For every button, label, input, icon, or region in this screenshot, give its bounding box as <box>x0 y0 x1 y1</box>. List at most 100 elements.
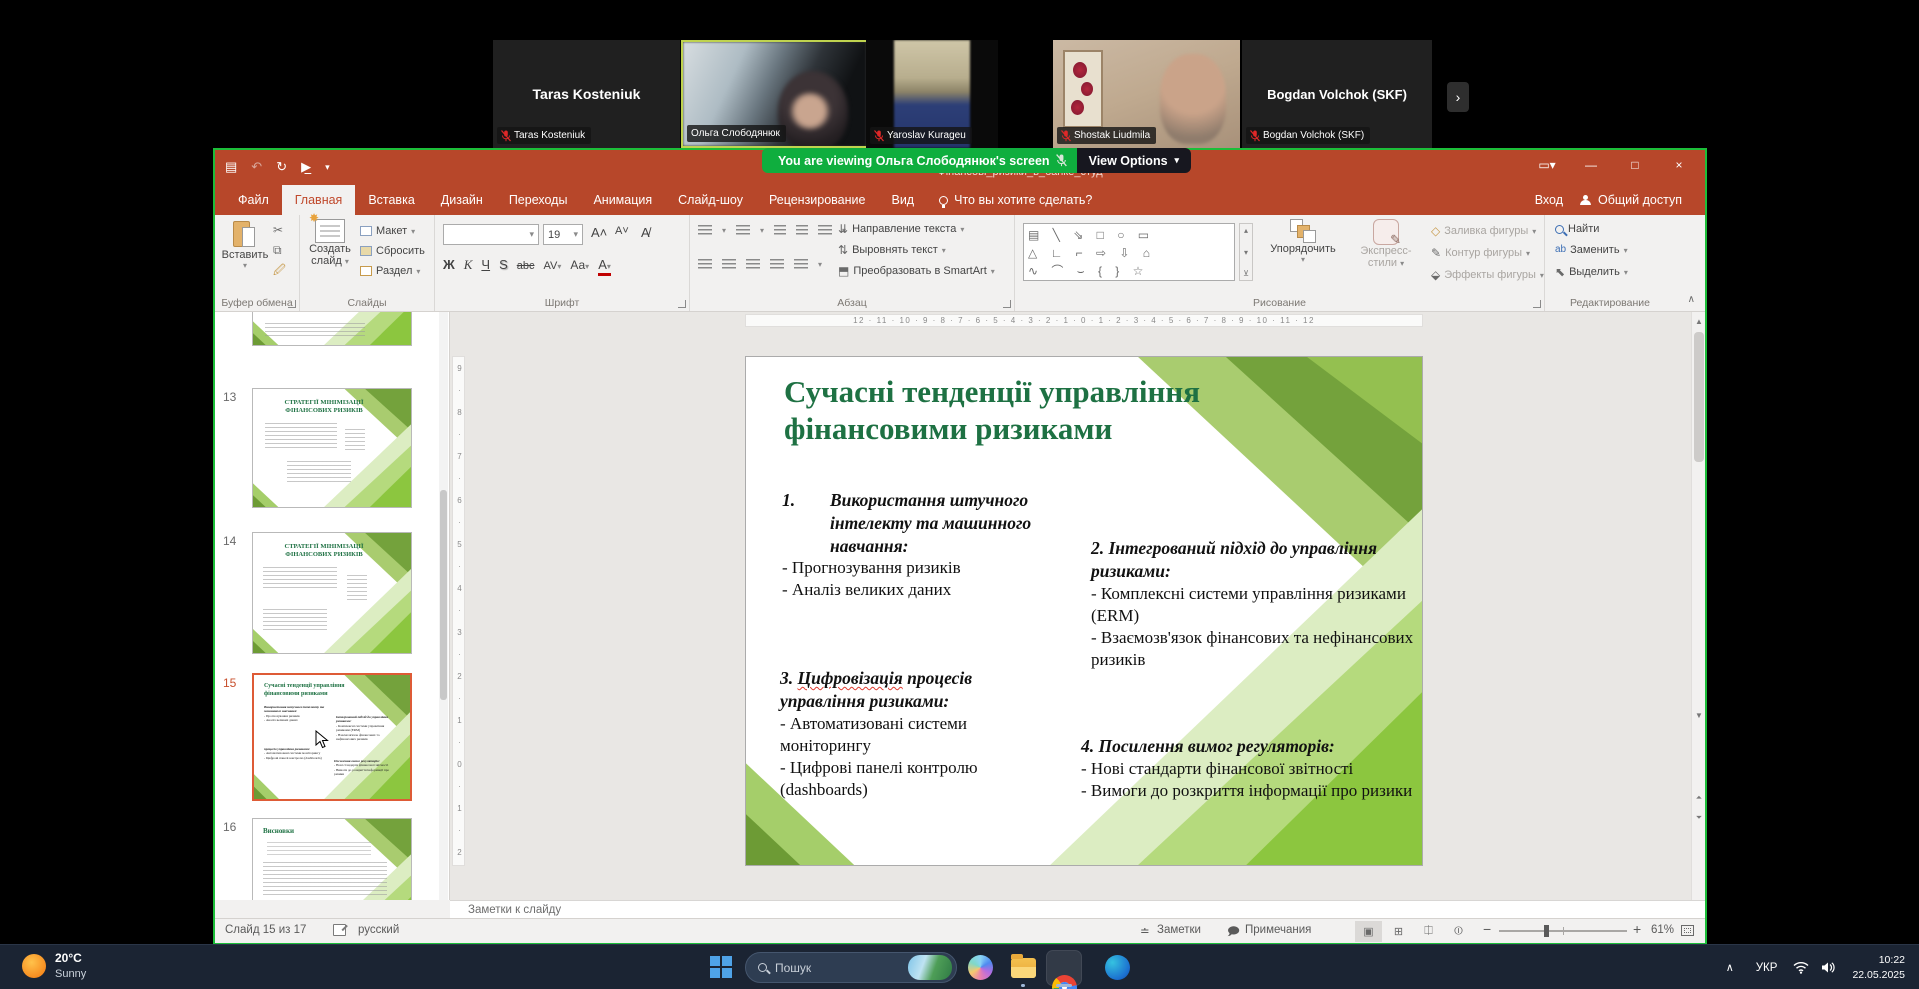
slideshow-view-button[interactable]: ⏼ <box>1445 921 1472 942</box>
wifi-icon[interactable] <box>1787 961 1815 974</box>
grow-font-button[interactable]: А˄ <box>591 225 607 240</box>
text-shadow-button[interactable]: S <box>499 257 508 272</box>
slide-13-thumbnail[interactable]: СТРАТЕГІЇ МІНІМІЗАЦІЇ ФІНАНСОВИХ РИЗИКІВ <box>252 388 412 508</box>
tab-review[interactable]: Рецензирование <box>756 185 879 215</box>
tab-transitions[interactable]: Переходы <box>496 185 581 215</box>
redo-icon[interactable]: ↻ <box>276 155 287 179</box>
underline-button[interactable]: Ч <box>481 257 490 272</box>
slide-16-thumbnail[interactable]: Висновки <box>252 818 412 900</box>
thumbnail-scrollbar[interactable] <box>439 312 448 900</box>
language-indicator[interactable]: русский <box>358 924 399 936</box>
paste-button[interactable]: Вставить ▾ <box>221 219 269 270</box>
clear-formatting-button[interactable]: А̸ <box>641 225 650 240</box>
arrange-button[interactable]: Упорядочить ▾ <box>1263 219 1343 264</box>
editor-scrollbar[interactable]: ▲ ▼ ⏶ ⏷ <box>1691 312 1705 900</box>
tab-file[interactable]: Файл <box>225 185 282 215</box>
copilot-icon[interactable] <box>968 955 993 980</box>
file-explorer-icon[interactable] <box>1011 958 1036 978</box>
scroll-up-icon[interactable]: ▲ <box>1692 314 1705 330</box>
shapes-gallery[interactable]: ▤ ╲ ⇘ □ ○ ▭△ ∟ ⌐ ⇨ ⇩ ⌂∿ ⌒ ⌣ { } ☆ <box>1023 223 1235 281</box>
shape-outline-button[interactable]: ✎Контур фигуры▾ <box>1431 246 1544 260</box>
spellcheck-icon[interactable] <box>333 924 346 936</box>
tab-animations[interactable]: Анимация <box>580 185 665 215</box>
comments-toggle[interactable]: Примечания <box>1245 924 1311 936</box>
cut-icon[interactable]: ✂ <box>273 223 286 237</box>
minimize-icon[interactable]: — <box>1569 150 1613 180</box>
tell-me-box[interactable]: Что вы хотите сделать? <box>927 185 1104 215</box>
previous-slide-button[interactable]: ⏶ <box>1692 790 1705 806</box>
bold-button[interactable]: Ж <box>443 257 455 272</box>
zoom-slider-thumb[interactable] <box>1544 925 1549 937</box>
edge-icon[interactable] <box>1105 955 1130 980</box>
columns-icon[interactable] <box>794 259 808 270</box>
slide-title[interactable]: Сучасні тенденції управління фінансовими… <box>784 373 1364 447</box>
italic-button[interactable]: К <box>464 257 473 273</box>
language-switcher[interactable]: УКР <box>1746 962 1788 974</box>
format-painter-icon[interactable]: 🖉 <box>273 263 286 277</box>
tab-design[interactable]: Дизайн <box>428 185 496 215</box>
notes-pane[interactable]: Заметки к слайду <box>450 900 1705 918</box>
start-slideshow-icon[interactable]: ▶̲ <box>301 155 311 179</box>
quick-styles-button[interactable]: Экспресс- стили ▾ <box>1347 219 1425 269</box>
close-icon[interactable]: × <box>1657 150 1701 180</box>
collapse-ribbon-icon[interactable]: ∧ <box>1688 294 1695 305</box>
align-text-button[interactable]: ⇅Выровнять текст▾ <box>838 243 995 257</box>
align-left-icon[interactable] <box>698 259 712 270</box>
strikethrough-button[interactable]: abc <box>517 260 535 272</box>
paragraph-dialog-launcher[interactable] <box>1003 300 1011 308</box>
slide-12-thumbnail[interactable] <box>252 312 412 346</box>
fit-to-window-icon[interactable] <box>1681 925 1694 936</box>
reset-button[interactable]: Сбросить <box>360 245 425 257</box>
scroll-down-icon[interactable]: ▼ <box>1692 708 1705 724</box>
sign-in-button[interactable]: Вход <box>1522 193 1576 207</box>
reading-view-button[interactable]: ⎅ <box>1415 921 1442 942</box>
slide-14-thumbnail[interactable]: СТРАТЕГІЇ МІНІМІЗАЦІЇ ФІНАНСОВИХ РИЗИКІВ <box>252 532 412 654</box>
participant-tile-bogdan[interactable]: Bogdan Volchok (SKF) Bogdan Volchok (SKF… <box>1242 40 1432 148</box>
slide-sorter-view-button[interactable]: ⊞ <box>1385 921 1412 942</box>
slide-text-block-2[interactable]: 2. Інтегрований підхід до управління риз… <box>1091 537 1421 671</box>
align-right-icon[interactable] <box>746 259 760 270</box>
copy-icon[interactable]: ⧉ <box>273 243 286 257</box>
select-button[interactable]: ⬉Выделить▾ <box>1555 265 1628 279</box>
new-slide-button[interactable]: Создать слайд ▾ <box>304 219 356 267</box>
zoom-in-icon[interactable]: + <box>1633 921 1641 937</box>
section-button[interactable]: Раздел▾ <box>360 265 425 277</box>
format-shape-dialog-launcher[interactable] <box>1533 300 1541 308</box>
bullets-icon[interactable] <box>698 225 712 236</box>
slide-text-block-1[interactable]: 1. Використання штучного інтелекту та ма… <box>782 489 1058 601</box>
clock[interactable]: 10:22 22.05.2025 <box>1842 953 1919 982</box>
slide-canvas[interactable]: Сучасні тенденції управління фінансовими… <box>745 356 1423 866</box>
slide-text-block-4[interactable]: 4. Посилення вимог регуляторів: - Нові с… <box>1081 735 1423 802</box>
find-button[interactable]: Найти <box>1555 223 1628 235</box>
replace-button[interactable]: abЗаменить▾ <box>1555 243 1628 257</box>
hidden-icons-chevron[interactable]: ∧ <box>1714 961 1746 974</box>
shape-fill-button[interactable]: ◇Заливка фигуры▾ <box>1431 224 1544 238</box>
text-direction-button[interactable]: ⇊Направление текста▾ <box>838 222 995 236</box>
participant-tile-taras[interactable]: Taras Kosteniuk Taras Kosteniuk <box>493 40 680 148</box>
normal-view-button[interactable]: ▣ <box>1355 921 1382 942</box>
undo-icon[interactable]: ↶ <box>251 155 262 179</box>
shapes-gallery-scrollbar[interactable]: ▴▾⊻ <box>1239 223 1253 281</box>
zoom-slider[interactable] <box>1499 930 1627 932</box>
font-name-combobox[interactable]: ▾ <box>443 224 539 245</box>
slide-text-block-3[interactable]: 3. Цифровізація процесів управління ризи… <box>780 667 1060 801</box>
share-button[interactable]: Общий доступ <box>1594 193 1695 207</box>
numbering-icon[interactable] <box>736 225 750 236</box>
save-icon[interactable]: ▤ <box>225 155 237 179</box>
justify-icon[interactable] <box>770 259 784 270</box>
customize-qat-icon[interactable]: ▾ <box>325 155 330 179</box>
change-case-button[interactable]: Аа▾ <box>570 258 589 272</box>
shape-effects-button[interactable]: ⬙Эффекты фигуры▾ <box>1431 268 1544 282</box>
tab-view[interactable]: Вид <box>878 185 927 215</box>
participant-tile-olga[interactable]: Ольга Слободянюк <box>681 40 868 148</box>
ribbon-display-options-icon[interactable]: ▭▾ <box>1525 150 1569 180</box>
horizontal-ruler[interactable]: 12 · 11 · 10 · 9 · 8 · 7 · 6 · 5 · 4 · 3… <box>745 314 1423 327</box>
slide-15-thumbnail[interactable]: Сучасні тенденції управління фінансовими… <box>252 673 412 801</box>
scrollbar-thumb[interactable] <box>1694 332 1704 462</box>
weather-widget[interactable]: 20°CSunny <box>22 951 86 982</box>
next-participants-button[interactable]: › <box>1447 82 1469 112</box>
zoom-out-icon[interactable]: − <box>1483 921 1491 937</box>
font-color-button[interactable]: А▾ <box>598 259 611 276</box>
participant-tile-shostak[interactable]: Shostak Liudmila <box>1053 40 1240 148</box>
vertical-ruler[interactable]: 9 · 8 · 7 · 6 · 5 · 4 · 3 · 2 · 1 · 0 · … <box>452 356 465 866</box>
